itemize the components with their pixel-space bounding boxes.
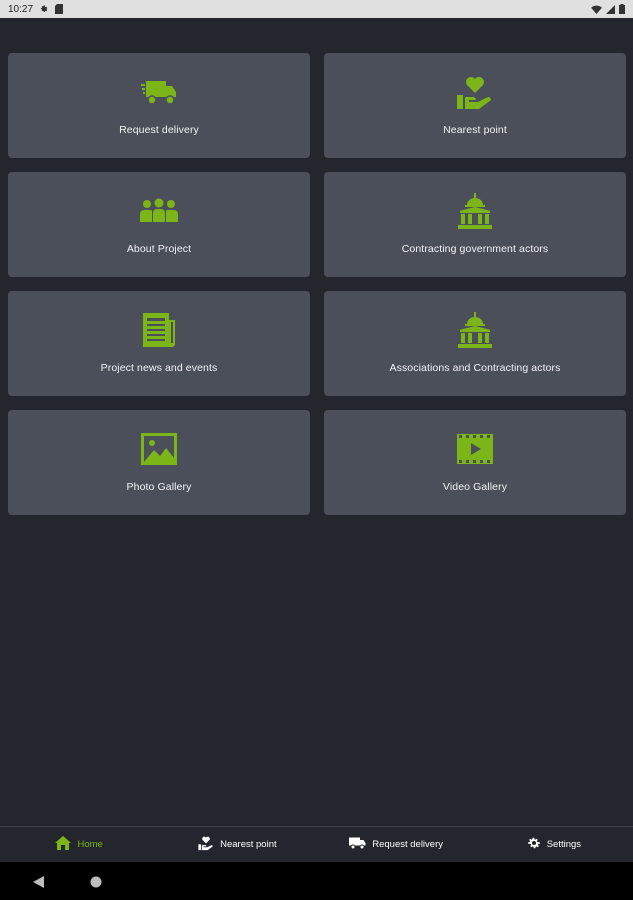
tile-contracting-government-actors[interactable]: Contracting government actors <box>324 172 626 277</box>
tile-label: Photo Gallery <box>126 481 192 493</box>
sd-card-icon <box>55 4 64 14</box>
video-icon <box>455 429 495 469</box>
tile-label: Video Gallery <box>442 481 508 493</box>
delivery-truck-icon <box>139 72 179 112</box>
nav-nearest-point[interactable]: Nearest point <box>158 827 316 862</box>
nav-request-delivery[interactable]: Request delivery <box>317 827 475 862</box>
system-nav-bar <box>0 862 633 900</box>
heart-hand-icon <box>198 835 214 854</box>
home-button-icon[interactable] <box>90 875 102 893</box>
tile-label: Associations and Contracting actors <box>389 362 561 374</box>
menu-grid: Request delivery Nearest point About Pro… <box>8 53 626 515</box>
government-building-icon <box>455 191 495 231</box>
delivery-truck-icon <box>348 836 366 853</box>
back-icon[interactable] <box>33 875 44 893</box>
tile-label: Nearest point <box>443 124 507 136</box>
wifi-icon <box>591 5 602 14</box>
tile-label: Request delivery <box>119 124 199 136</box>
nav-settings-label: Settings <box>546 839 582 850</box>
status-bar: 10:27 <box>0 0 633 18</box>
bottom-nav: Home Nearest point Request delivery Sett… <box>0 826 633 862</box>
gear-icon <box>527 836 541 853</box>
status-time: 10:27 <box>8 3 34 15</box>
home-icon <box>55 836 72 853</box>
tile-associations-and-contracting-actors[interactable]: Associations and Contracting actors <box>324 291 626 396</box>
nav-home[interactable]: Home <box>0 827 158 862</box>
image-icon <box>139 429 179 469</box>
tile-label: Project news and events <box>100 362 218 374</box>
battery-icon <box>619 4 625 14</box>
heart-hand-icon <box>455 72 495 112</box>
tile-video-gallery[interactable]: Video Gallery <box>324 410 626 515</box>
tile-nearest-point[interactable]: Nearest point <box>324 53 626 158</box>
nav-request-delivery-label: Request delivery <box>372 839 443 850</box>
settings-notification-icon <box>39 4 49 14</box>
tile-photo-gallery[interactable]: Photo Gallery <box>8 410 310 515</box>
signal-icon <box>606 4 615 14</box>
nav-nearest-point-label: Nearest point <box>220 839 277 850</box>
newspaper-icon <box>139 310 179 350</box>
group-icon <box>139 191 179 231</box>
nav-home-label: Home <box>77 839 103 850</box>
tile-label: About Project <box>126 243 192 255</box>
tile-label: Contracting government actors <box>401 243 549 255</box>
association-building-icon <box>455 310 495 350</box>
tile-project-news-and-events[interactable]: Project news and events <box>8 291 310 396</box>
tile-request-delivery[interactable]: Request delivery <box>8 53 310 158</box>
nav-settings[interactable]: Settings <box>475 827 633 862</box>
tile-about-project[interactable]: About Project <box>8 172 310 277</box>
